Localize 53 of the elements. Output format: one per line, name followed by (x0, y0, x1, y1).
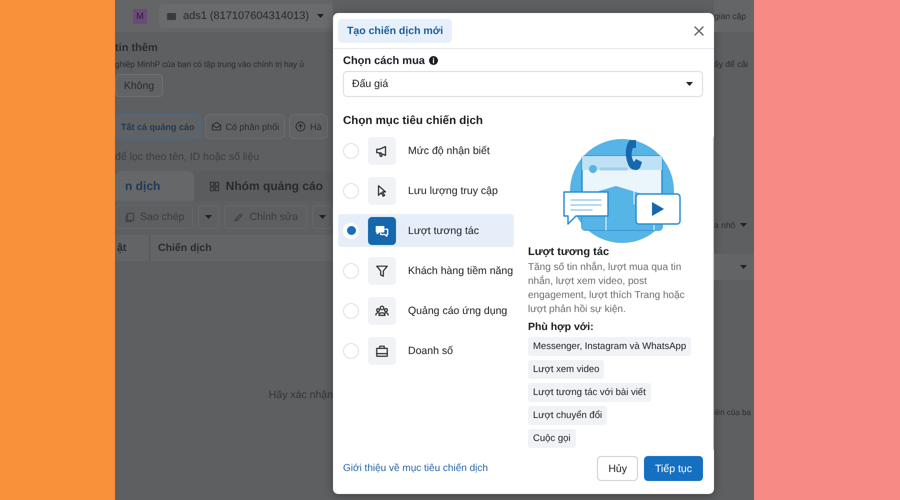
caret-icon (318, 214, 327, 220)
dialog-tab[interactable]: Tạo chiến dịch mới (338, 18, 452, 42)
dropdown-button[interactable] (198, 205, 220, 229)
use-case-tag: Lượt chuyển đổi (528, 406, 608, 425)
caret-icon (739, 222, 748, 228)
column-header: ật (115, 235, 150, 261)
objective-description: Tăng số tin nhắn, lượt mua qua tin nhắn, lượt xem video, post engagement, lượt thích Trang hoặc lượt phản hồi sự kiện. (528, 261, 686, 317)
megaphone-icon (375, 144, 389, 158)
objective-option[interactable]: Mức độ nhận biết (338, 134, 514, 167)
objective-option[interactable]: Quảng cáo ứng dụng (338, 294, 514, 327)
column-header: Chiến dịch (157, 242, 212, 254)
account-avatar: M (133, 8, 147, 24)
caret-icon (204, 214, 214, 220)
use-case-tag: Lượt tương tác với bài viết (528, 383, 651, 402)
buy-type-dropdown[interactable]: Đấu giá (343, 71, 703, 97)
use-case-tag: Lượt xem video (528, 360, 604, 379)
people-icon (375, 304, 389, 318)
info-icon (428, 56, 438, 65)
objective-option[interactable]: Lưu lượng truy cập (338, 174, 514, 207)
caret-icon (316, 13, 325, 19)
funnel-icon (375, 264, 389, 278)
cancel-button[interactable]: Hủy (597, 456, 638, 481)
envelope-icon (210, 121, 222, 132)
radio-button[interactable] (343, 222, 359, 238)
objective-title: Lượt tương tác (528, 246, 610, 258)
section-title: Chọn mục tiêu chiến dịch (343, 115, 484, 127)
field-label: Chọn cách mua (343, 54, 425, 66)
cursor-icon (375, 184, 389, 198)
radio-button[interactable] (343, 302, 359, 318)
radio-button[interactable] (343, 342, 359, 358)
section-label: Phù hợp với: (528, 321, 594, 333)
top-right-text: gian cập (714, 0, 754, 32)
radio-button[interactable] (343, 142, 359, 158)
radio-button[interactable] (343, 182, 359, 198)
chat-icon (375, 224, 389, 238)
objective-option[interactable]: Doanh số (338, 334, 514, 367)
pencil-icon (233, 212, 244, 222)
use-case-tag: Messenger, Instagram và WhatsApp (528, 337, 692, 356)
account-selector[interactable]: ads1 (817107604314013) (158, 4, 333, 28)
upload-icon (295, 121, 306, 132)
close-icon[interactable] (694, 26, 704, 36)
grid-icon (208, 180, 220, 192)
objective-option[interactable]: Lượt tương tác (338, 214, 514, 247)
account-icon (166, 12, 176, 20)
continue-button[interactable]: Tiếp tục (644, 456, 703, 481)
caret-icon (739, 264, 748, 270)
learn-more-link[interactable]: Giới thiệu về mục tiêu chiến dịch (343, 463, 488, 474)
copy-icon (124, 212, 135, 222)
use-case-tag: Cuộc gọi (528, 429, 576, 448)
caret-icon (685, 81, 694, 87)
objective-option[interactable]: Khách hàng tiềm năng (338, 254, 514, 287)
radio-button[interactable] (343, 262, 359, 278)
shopping-bag-icon (375, 344, 389, 358)
